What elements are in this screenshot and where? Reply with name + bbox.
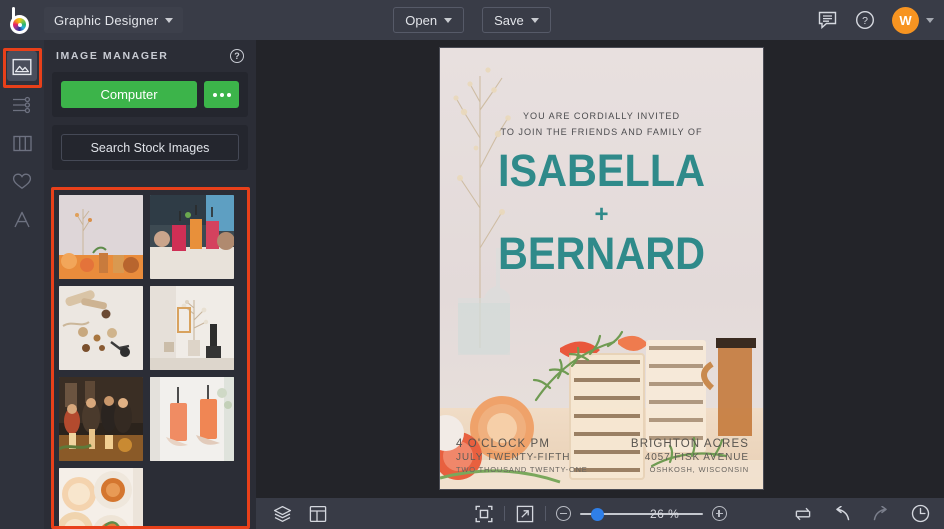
- sidebar-item-adjust[interactable]: [0, 86, 44, 124]
- account-chevron-down-icon[interactable]: [926, 17, 934, 23]
- invite-plus-symbol: +: [594, 201, 609, 228]
- thumb-grapefruit-drinks: [59, 468, 143, 526]
- panel-header: IMAGE MANAGER ?: [44, 40, 256, 72]
- sidebar-item-favorites[interactable]: [0, 162, 44, 200]
- columns-icon: [12, 135, 32, 151]
- application-window: Graphic Designer Open Save ? W IMAGE MAN…: [0, 0, 944, 529]
- image-icon: [12, 58, 32, 76]
- layers-icon[interactable]: [272, 504, 292, 524]
- sidebar-item-layouts[interactable]: [0, 124, 44, 162]
- zoom-in-icon[interactable]: [711, 506, 727, 521]
- list-item[interactable]: [150, 377, 234, 461]
- swap-icon[interactable]: [793, 504, 813, 524]
- avatar-initial: W: [899, 12, 912, 28]
- thumb-vase-branches: [150, 286, 234, 370]
- design-document[interactable]: YOU ARE CORDIALLY INVITED TO JOIN THE FR…: [440, 48, 763, 489]
- upload-section: Computer: [52, 72, 248, 117]
- zoom-slider-handle[interactable]: [590, 507, 604, 521]
- invite-name-1[interactable]: ISABELLA: [453, 148, 750, 193]
- left-tool-rail: [0, 40, 44, 529]
- zoom-out-icon[interactable]: [555, 506, 571, 521]
- document-title-dropdown[interactable]: Graphic Designer: [44, 7, 184, 33]
- more-options-icon[interactable]: [204, 81, 239, 108]
- chevron-down-icon: [165, 17, 174, 23]
- svg-text:?: ?: [862, 15, 868, 27]
- panel-title: IMAGE MANAGER: [56, 50, 169, 62]
- top-toolbar: Graphic Designer Open Save ? W: [0, 0, 944, 40]
- stock-section: Search Stock Images: [52, 125, 248, 170]
- bestideas-logo-icon: [10, 7, 34, 34]
- sidebar-item-text[interactable]: [0, 200, 44, 238]
- thumb-cocktails-table: [59, 195, 143, 279]
- search-stock-images-button[interactable]: Search Stock Images: [61, 134, 239, 161]
- save-button[interactable]: Save: [482, 7, 551, 33]
- invite-venue: BRIGHTON ACRES: [630, 438, 749, 450]
- list-item[interactable]: [59, 286, 143, 370]
- fit-to-screen-icon[interactable]: [474, 504, 494, 524]
- canvas-area[interactable]: YOU ARE CORDIALLY INVITED TO JOIN THE FR…: [256, 40, 944, 498]
- save-label: Save: [494, 12, 524, 28]
- document-title-label: Graphic Designer: [54, 12, 159, 28]
- chevron-down-icon: [444, 17, 453, 23]
- invite-footer-right: BRIGHTON ACRES 4057 FISK AVENUE OSHKOSH,…: [631, 438, 749, 474]
- toolbar-divider: [544, 506, 546, 521]
- text-a-icon: [14, 211, 30, 227]
- invite-time: 4 O'CLOCK PM: [456, 438, 550, 450]
- thumb-flatlay-dried-flowers: [59, 286, 143, 370]
- list-item[interactable]: [150, 195, 234, 279]
- open-label: Open: [405, 12, 438, 28]
- thumb-two-glasses: [150, 377, 234, 461]
- help-circle-icon[interactable]: ?: [230, 49, 244, 63]
- history-clock-icon[interactable]: [910, 504, 930, 524]
- invite-date: JULY TWENTY-FIFTH: [456, 452, 571, 463]
- list-item[interactable]: [59, 468, 143, 526]
- template-icon[interactable]: [308, 504, 328, 524]
- image-thumbnail-grid: [54, 190, 247, 526]
- undo-icon[interactable]: [832, 504, 852, 524]
- invite-year: TWO THOUSAND TWENTY-ONE: [456, 465, 588, 474]
- invite-street: 4057 FISK AVENUE: [644, 452, 749, 463]
- invite-line-1: YOU ARE CORDIALLY INVITED: [522, 111, 681, 121]
- bottom-toolbar: 26 %: [256, 498, 944, 529]
- list-item[interactable]: [59, 195, 143, 279]
- comment-icon[interactable]: [816, 9, 838, 31]
- computer-upload-button[interactable]: Computer: [61, 81, 197, 108]
- invite-footer-left: 4 O'CLOCK PM JULY TWENTY-FIFTH TWO THOUS…: [456, 438, 588, 474]
- sliders-icon: [13, 96, 31, 114]
- zoom-level-label: 26 %: [650, 506, 680, 521]
- open-button[interactable]: Open: [393, 7, 465, 33]
- expand-arrow-icon[interactable]: [515, 504, 535, 524]
- top-toolbar-right: ? W: [816, 0, 934, 40]
- zoom-slider[interactable]: [579, 507, 703, 521]
- heart-icon: [12, 173, 32, 190]
- app-logo[interactable]: [0, 7, 44, 34]
- avatar[interactable]: W: [892, 6, 919, 34]
- redo-icon[interactable]: [871, 504, 891, 524]
- invite-city: OSHKOSH, WISCONSIN: [649, 465, 749, 474]
- list-item[interactable]: [150, 286, 234, 370]
- toolbar-divider: [503, 506, 505, 521]
- help-circle-icon[interactable]: ?: [854, 9, 876, 31]
- list-item[interactable]: [59, 377, 143, 461]
- invite-line-2: TO JOIN THE FRIENDS AND FAMILY OF: [500, 127, 703, 137]
- thumb-cheers-drinks: [150, 195, 234, 279]
- chevron-down-icon: [530, 17, 539, 23]
- sidebar-item-image-manager[interactable]: [0, 48, 44, 86]
- invite-name-2[interactable]: BERNARD: [453, 231, 750, 276]
- thumb-party-guests: [59, 377, 143, 461]
